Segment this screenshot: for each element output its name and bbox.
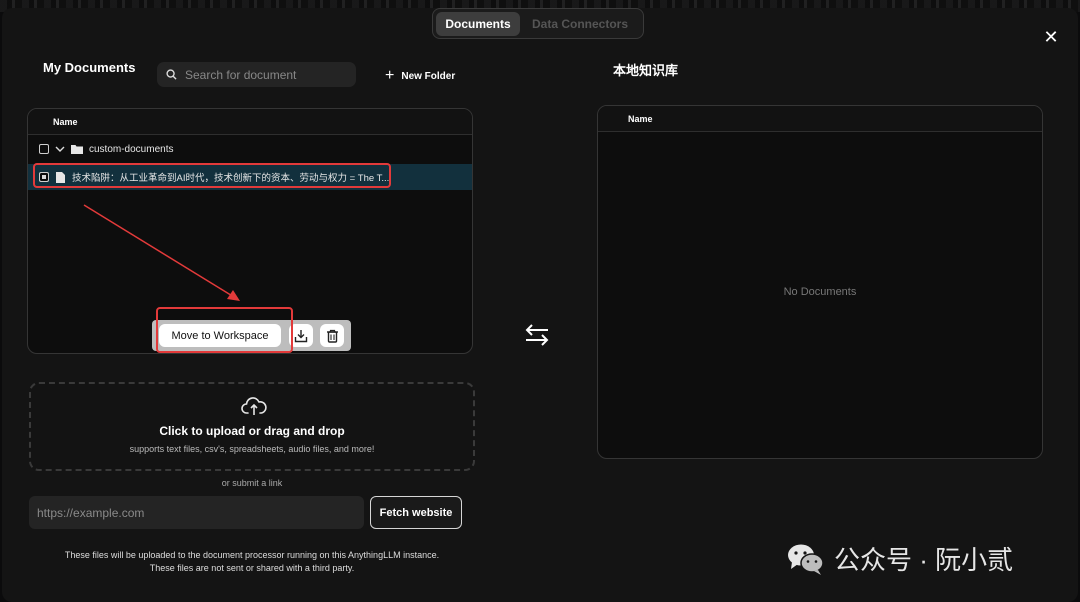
search-box[interactable] <box>157 62 356 87</box>
fetch-website-button[interactable]: Fetch website <box>370 496 462 529</box>
workspace-title: 本地知识库 <box>613 63 679 78</box>
wechat-icon <box>788 544 824 575</box>
swap-arrows-icon <box>525 324 549 346</box>
folder-icon <box>71 145 83 154</box>
folder-checkbox[interactable] <box>39 144 49 154</box>
disclaimer-line-2: These files are not sent or shared with … <box>149 563 355 573</box>
trash-icon[interactable] <box>320 324 344 347</box>
my-documents-title: My Documents <box>43 60 136 75</box>
search-icon <box>166 69 177 80</box>
no-documents-text: No Documents <box>783 286 857 298</box>
upload-title: Click to upload or drag and drop <box>159 424 345 438</box>
tab-bar: Documents Data Connectors <box>432 8 644 39</box>
folder-row[interactable]: custom-documents <box>28 136 472 162</box>
documents-modal: Documents Data Connectors ✕ My Documents… <box>2 8 1078 602</box>
tab-documents[interactable]: Documents <box>436 11 520 36</box>
folder-name: custom-documents <box>89 143 174 155</box>
annotation-highlight-file <box>33 163 391 188</box>
cloud-upload-icon <box>241 397 267 415</box>
upload-subtitle: supports text files, csv's, spreadsheets… <box>129 444 375 454</box>
new-folder-button[interactable]: + New Folder <box>385 67 455 85</box>
tab-data-connectors[interactable]: Data Connectors <box>524 12 636 36</box>
workspace-documents-panel: Name No Documents <box>597 105 1043 459</box>
search-input[interactable] <box>185 67 345 82</box>
watermark-text: 公众号 · 阮小贰 <box>834 545 1014 575</box>
chevron-down-icon[interactable] <box>55 145 65 153</box>
plus-icon: + <box>385 67 395 84</box>
upload-dropzone[interactable]: Click to upload or drag and drop support… <box>29 382 475 471</box>
workspace-column-header-name: Name <box>598 106 1042 132</box>
watermark: 公众号 · 阮小贰 <box>786 540 1013 577</box>
close-icon[interactable]: ✕ <box>1043 28 1059 46</box>
new-folder-label: New Folder <box>401 70 456 82</box>
annotation-highlight-move-button <box>156 307 293 353</box>
column-header-name: Name <box>28 109 472 135</box>
url-input[interactable] <box>29 496 364 529</box>
or-submit-link-label: or submit a link <box>221 478 283 488</box>
upload-disclaimer: These files will be uploaded to the docu… <box>2 549 502 575</box>
annotation-arrow <box>83 204 240 301</box>
disclaimer-line-1: These files will be uploaded to the docu… <box>64 550 440 560</box>
